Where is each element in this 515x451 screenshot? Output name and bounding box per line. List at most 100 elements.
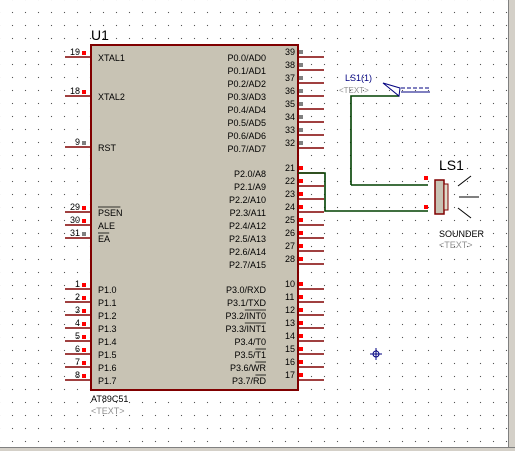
pin-dot xyxy=(82,335,86,339)
pin-number: 14 xyxy=(285,331,295,341)
pin-number: 24 xyxy=(285,202,295,212)
mcu-part-label: AT89C51 xyxy=(91,394,128,404)
pin-number: 36 xyxy=(285,86,295,96)
window-frame-bottom xyxy=(0,447,515,451)
wire-probe-vertical[interactable] xyxy=(350,95,399,185)
pin-number: 27 xyxy=(285,241,295,251)
pin-name: XTAL2 xyxy=(98,92,125,102)
pin-dot xyxy=(299,166,303,170)
pin-number: 29 xyxy=(70,202,80,212)
pin-dot xyxy=(82,374,86,378)
mcu-ref-label: U1 xyxy=(91,27,109,43)
pin-name: P1.4 xyxy=(98,337,117,347)
probe-text-placeholder: <TEXT> xyxy=(339,86,369,95)
mcu-component[interactable]: U1 AT89C51 <TEXT> 19XTAL118XTAL29RST29PS… xyxy=(65,27,324,416)
pin-dot xyxy=(299,115,303,119)
pin-number: 28 xyxy=(285,254,295,264)
pin-dot xyxy=(82,51,86,55)
pin-name: P0.6/AD6 xyxy=(227,131,266,141)
pin-name: P2.3/A11 xyxy=(230,208,266,218)
pin-number: 9 xyxy=(75,137,80,147)
sounder-component[interactable]: LS1 SOUNDER <TEXT> xyxy=(424,157,485,250)
pin-name: P1.5 xyxy=(98,350,117,360)
pin-number: 21 xyxy=(285,163,295,173)
pin-number: 2 xyxy=(75,292,80,302)
pin-dot xyxy=(299,179,303,183)
pin-number: 13 xyxy=(285,318,295,328)
pin-name: P3.5/T1 xyxy=(234,350,266,360)
pin-number: 3 xyxy=(75,305,80,315)
pin-name: P1.0 xyxy=(98,285,117,295)
pin-dot xyxy=(82,322,86,326)
pin-number: 16 xyxy=(285,357,295,367)
wires xyxy=(298,95,428,212)
pin-name: P2.6/A14 xyxy=(229,247,266,257)
pin-dot xyxy=(299,76,303,80)
pin-name: P3.4/T0 xyxy=(234,337,266,347)
pin-dot xyxy=(299,89,303,93)
pin-name: P0.5/AD5 xyxy=(227,118,266,128)
pin-name: P3.3/INT1 xyxy=(225,324,266,334)
crosshair-cursor-icon xyxy=(370,348,382,360)
pin-name: P1.6 xyxy=(98,363,117,373)
sounder-part-label: SOUNDER xyxy=(439,229,485,239)
pin-number: 23 xyxy=(285,189,295,199)
pin-dot xyxy=(299,360,303,364)
pin-dot xyxy=(82,348,86,352)
pin-number: 26 xyxy=(285,228,295,238)
pin-dot xyxy=(82,232,86,236)
pin-name: P0.4/AD4 xyxy=(227,105,266,115)
sounder-plate xyxy=(443,183,449,211)
pin-dot xyxy=(82,361,86,365)
pin-number: 5 xyxy=(75,331,80,341)
pin-number: 6 xyxy=(75,344,80,354)
schematic[interactable]: U1 AT89C51 <TEXT> 19XTAL118XTAL29RST29PS… xyxy=(0,0,515,450)
wire-p20-to-sounder[interactable] xyxy=(298,172,428,212)
pin-dot xyxy=(82,219,86,223)
pin-number: 37 xyxy=(285,73,295,83)
pin-dot xyxy=(299,334,303,338)
pin-name: P2.1/A9 xyxy=(234,182,266,192)
pin-name: P1.7 xyxy=(98,376,117,386)
pin-name: P0.3/AD3 xyxy=(227,92,266,102)
pin-number: 35 xyxy=(285,99,295,109)
pin-dot xyxy=(299,257,303,261)
pin-name: P3.2/INT0 xyxy=(225,311,266,321)
pin-dot xyxy=(299,141,303,145)
sound-wave-icon-1 xyxy=(457,175,472,187)
pin-name: P0.0/AD0 xyxy=(227,53,266,63)
pin-name: P2.7/A15 xyxy=(229,260,266,270)
pin-name: P0.7/AD7 xyxy=(227,144,266,154)
pin-dot xyxy=(299,347,303,351)
pin-dot xyxy=(299,321,303,325)
pin-number: 4 xyxy=(75,318,80,328)
pin-number: 34 xyxy=(285,112,295,122)
pin-dot xyxy=(299,218,303,222)
sounder-pin1-dot xyxy=(424,176,428,180)
pin-number: 1 xyxy=(75,279,80,289)
pin-number: 32 xyxy=(285,138,295,148)
pin-dot xyxy=(299,373,303,377)
pin-name: EA xyxy=(98,234,110,244)
pin-name: ALE xyxy=(98,221,115,231)
pin-number: 30 xyxy=(70,215,80,225)
pin-dot xyxy=(299,205,303,209)
sounder-body[interactable] xyxy=(434,179,445,215)
pin-name: XTAL1 xyxy=(98,53,125,63)
pin-dot xyxy=(82,206,86,210)
voltage-probe[interactable]: LS1(1) <TEXT> xyxy=(339,73,430,97)
pin-name: P0.1/AD1 xyxy=(227,66,266,76)
pin-name: P3.0/RXD xyxy=(226,285,267,295)
pin-number: 8 xyxy=(75,370,80,380)
pin-dot xyxy=(299,63,303,67)
pin-name: P2.5/A13 xyxy=(229,234,266,244)
window-frame-right xyxy=(508,0,515,450)
pin-number: 25 xyxy=(285,215,295,225)
probe-arrow-icon xyxy=(382,82,401,97)
pin-dot xyxy=(299,102,303,106)
pin-name: P2.0/A8 xyxy=(234,169,266,179)
pin-number: 12 xyxy=(285,305,295,315)
pin-dot xyxy=(82,90,86,94)
pin-name: P0.2/AD2 xyxy=(227,79,266,89)
pin-name: RST xyxy=(98,143,117,153)
